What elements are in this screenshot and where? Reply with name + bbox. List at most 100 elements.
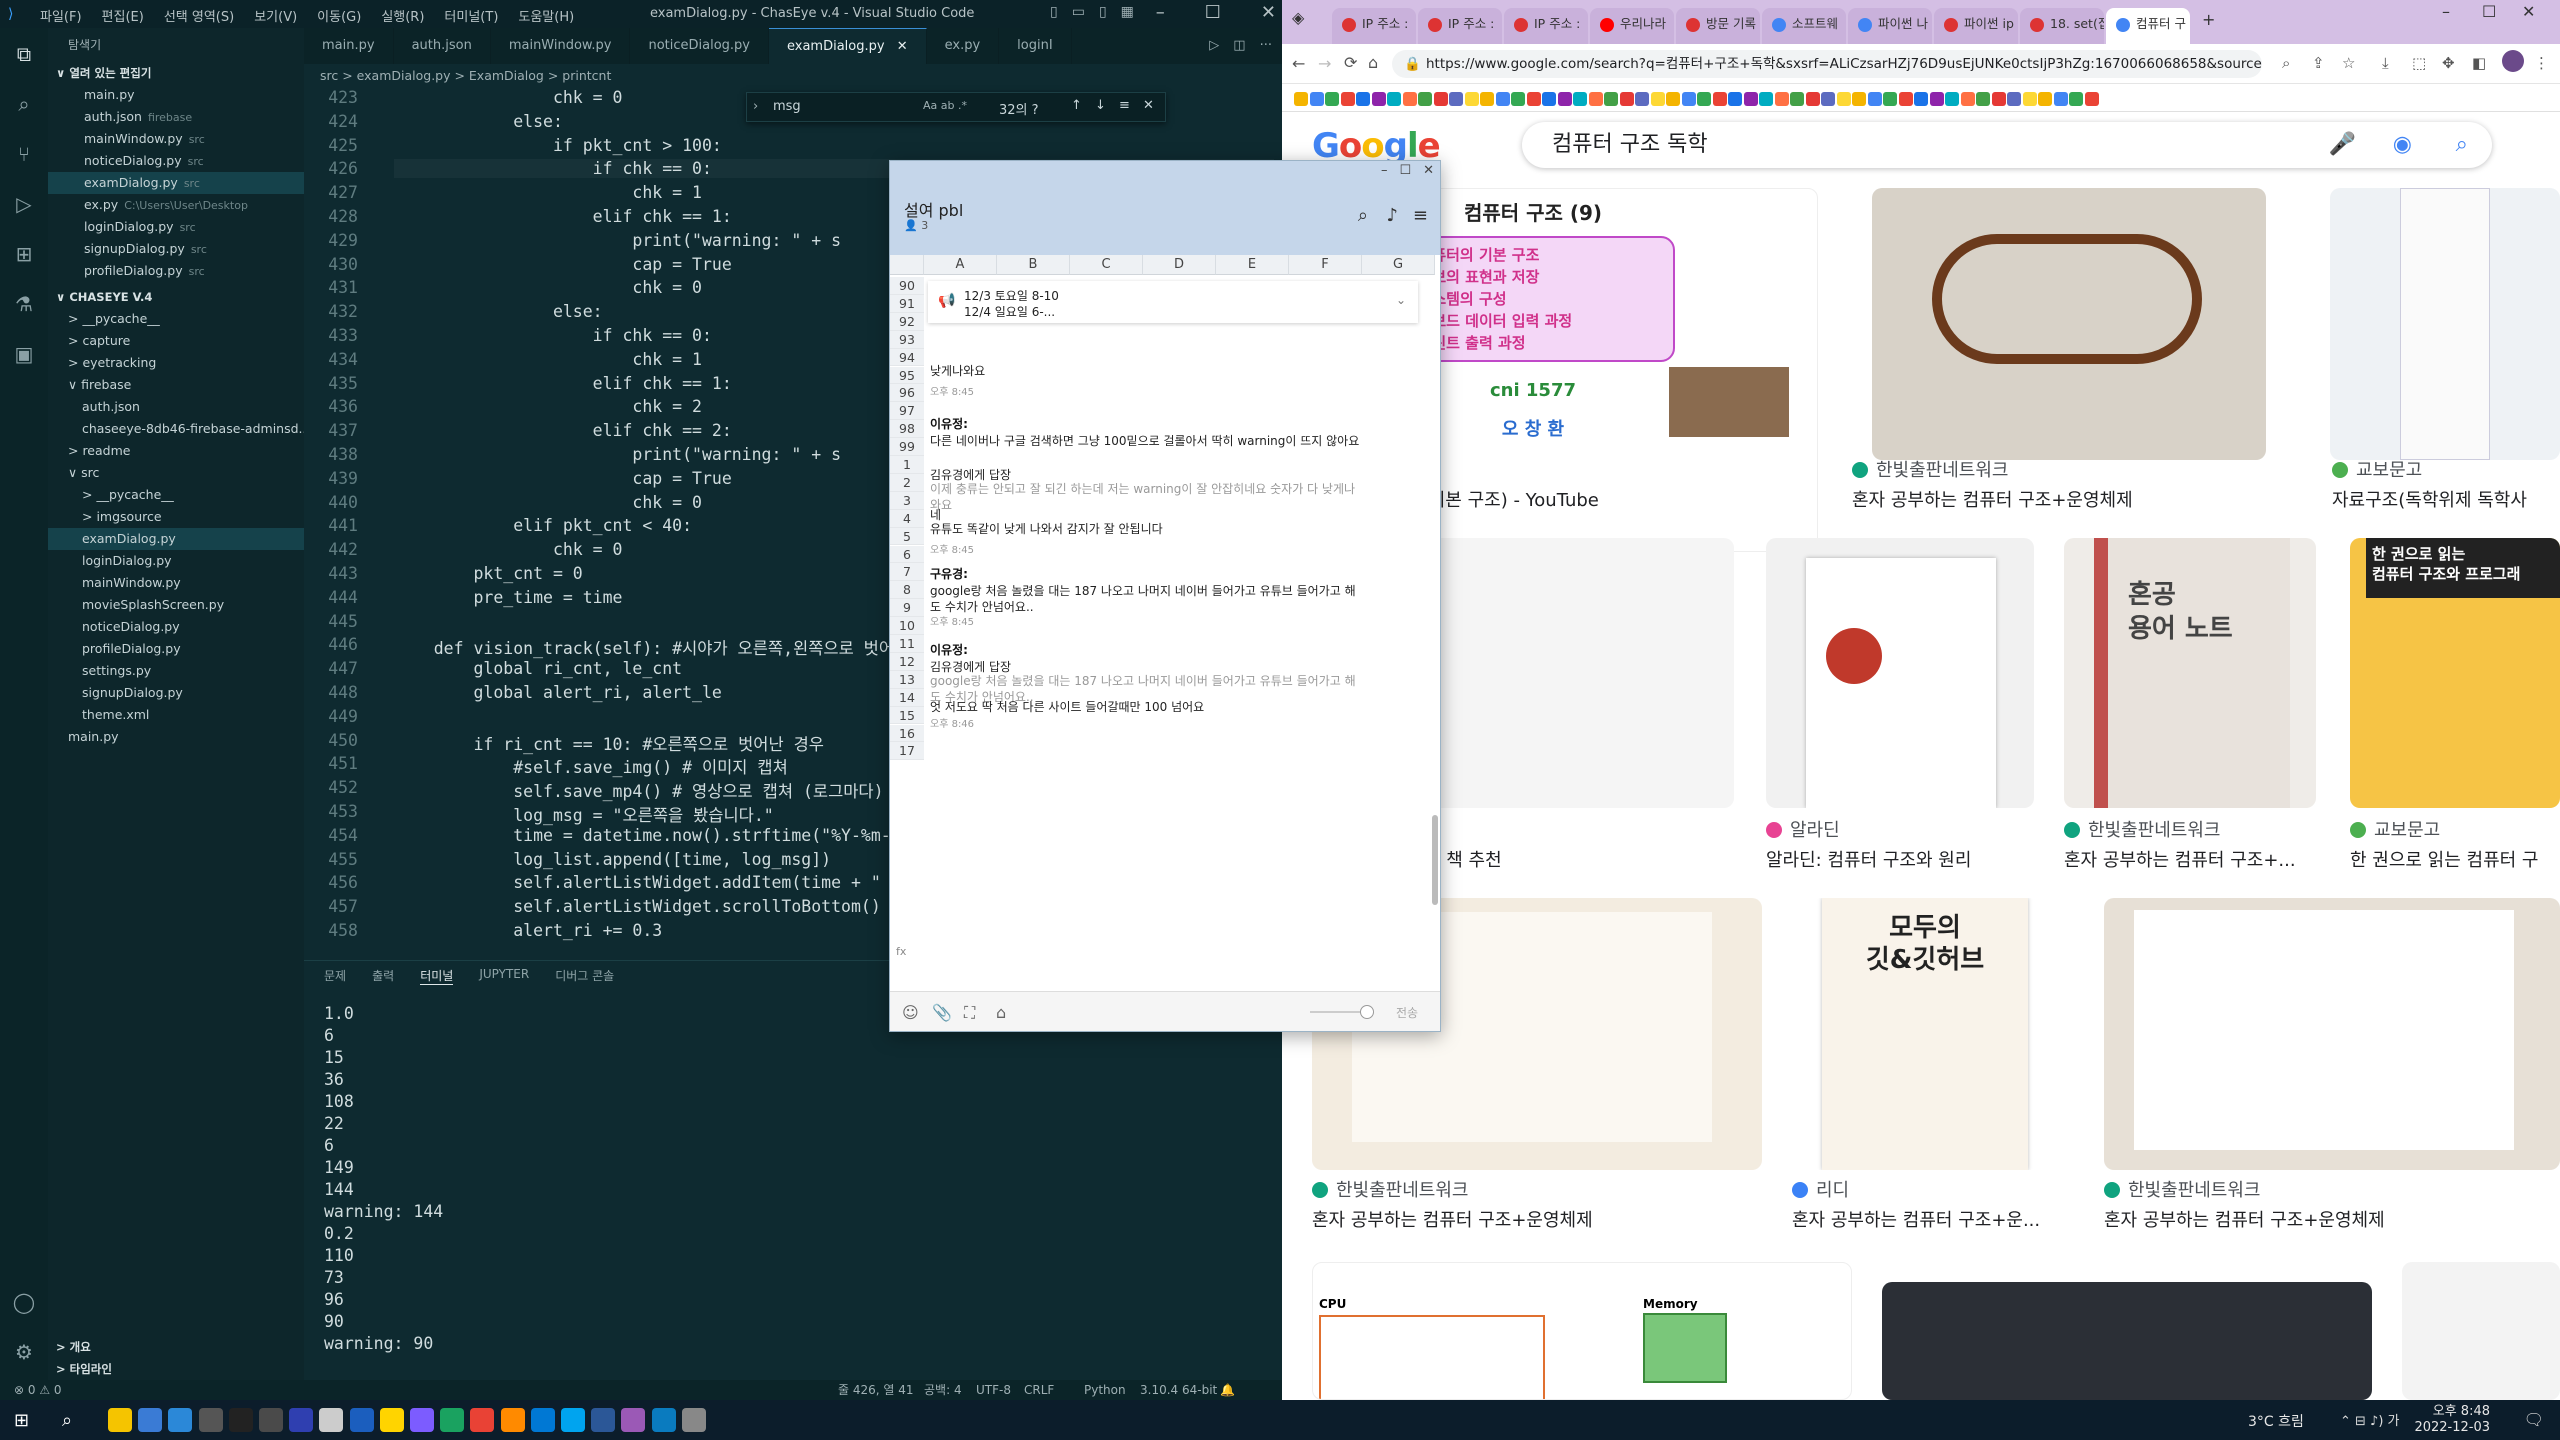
bookmark-favicon-icon[interactable] [1790,92,1804,106]
file-tree-item[interactable]: ∨ src [48,462,304,484]
bookmark-favicon-icon[interactable] [1325,92,1339,106]
open-editor-item[interactable]: loginDialog.py src [48,216,304,238]
timeline-section[interactable]: > 타임라인 [48,1358,304,1380]
find-toggle-replace-icon[interactable]: › [753,99,758,114]
terminal-output[interactable]: 1.0 6 15 36 108 22 6 149 144 warning: 144 0.2 110 73… [324,1003,443,1355]
find-in-selection-icon[interactable]: ≡ [1119,98,1130,113]
find-next-icon[interactable]: ↓ [1095,98,1106,113]
file-tree-item[interactable]: theme.xml [48,704,304,726]
minimize-icon[interactable]: – [1156,2,1165,23]
bookmark-favicon-icon[interactable] [1805,92,1820,106]
bookmark-favicon-icon[interactable] [2084,92,2099,106]
bookmark-favicon-icon[interactable] [1387,92,1401,106]
tab-close-icon[interactable]: ✕ [897,39,908,54]
lens-search-icon[interactable]: ◉ [2393,122,2412,168]
chat-menu-icon[interactable]: ≡ [1413,205,1428,226]
menu-view[interactable]: 보기(V) [254,6,297,25]
new-tab-button[interactable]: + [2202,10,2215,29]
chevron-down-icon[interactable]: ⌄ [1396,293,1406,307]
bookmark-favicon-icon[interactable] [2069,92,2083,106]
chrome-close-icon[interactable]: ✕ [2522,2,2535,21]
start-icon[interactable]: ⊞ [14,1410,29,1431]
toggle-panel-icon[interactable]: ▭ [1072,4,1085,20]
menu-terminal[interactable]: 터미널(T) [444,6,498,25]
file-tree-item[interactable]: main.py [48,726,304,748]
bookmark-favicon-icon[interactable] [1511,92,1525,106]
file-tree-item[interactable]: noticeDialog.py [48,616,304,638]
bookmark-favicon-icon[interactable] [1867,92,1882,106]
panel-tab-terminal[interactable]: 터미널 [420,967,454,985]
code-line[interactable]: alert_ri += 0.3 [394,921,662,940]
find-close-icon[interactable]: ✕ [1143,98,1154,113]
code-line[interactable]: if chk == 0: [394,326,712,345]
bookmark-favicon-icon[interactable] [1294,92,1308,106]
browser-tab[interactable]: 컴퓨터 구 [2106,8,2190,44]
browser-tab[interactable]: 18. set(집 [2020,8,2104,44]
language-status[interactable]: Python [1084,1380,1126,1400]
file-tree-item[interactable]: signupDialog.py [48,682,304,704]
voice-search-icon[interactable]: 🎤 [2329,122,2356,168]
bookmark-favicon-icon[interactable] [1464,92,1479,106]
file-tree-item[interactable]: ∨ firebase [48,374,304,396]
taskbar-app-icon[interactable] [621,1408,646,1432]
open-editor-item[interactable]: main.py [48,84,304,106]
taskbar-app-icon[interactable] [349,1408,374,1432]
code-line[interactable]: elif pkt_cnt < 40: [394,516,692,535]
extension-icon[interactable]: ⬚ [2412,54,2426,72]
browser-tab[interactable]: IP 주소 : [1418,8,1502,44]
puzzle-icon[interactable]: ✥ [2442,54,2455,72]
taskbar-app-icon[interactable] [198,1408,223,1432]
weather-widget[interactable]: 3°C 흐림 [2248,1411,2304,1431]
run-debug-icon[interactable]: ▷ [12,192,36,216]
python-version-status[interactable]: 3.10.4 64-bit [1140,1380,1217,1400]
taskbar-app-icon[interactable] [259,1408,283,1432]
bookmark-favicon-icon[interactable] [1604,92,1618,106]
bookmark-favicon-icon[interactable] [1945,92,1959,106]
code-line[interactable]: print("warning: " + s [394,231,841,250]
code-line[interactable]: chk = 0 [394,278,702,297]
code-line[interactable]: #self.save_img() # 이미지 캡쳐 [394,754,788,778]
source-control-icon[interactable]: ⑂ [12,142,36,166]
tab-main-py[interactable]: main.py [304,28,394,64]
open-editor-item[interactable]: auth.json firebase [48,106,304,128]
code-line[interactable]: chk = 0 [394,540,623,559]
toggle-secondary-icon[interactable]: ▯ [1099,4,1107,20]
bookmark-favicon-icon[interactable] [1914,92,1928,106]
share-icon[interactable]: ⇪ [2312,54,2325,72]
result-caption[interactable]: 알라딘: 컴퓨터 구조와 원리 [1766,846,2036,872]
result-caption[interactable]: 혼자 공부하는 컴퓨터 구조+운영체제 [1852,486,2312,512]
bookmark-favicon-icon[interactable] [2038,92,2052,106]
code-line[interactable]: if ri_cnt == 10: #오른쪽으로 벗어난 경우 [394,731,823,755]
taskbar-app-icon[interactable] [591,1408,616,1432]
code-line[interactable]: chk = 0 [394,493,702,512]
download-icon[interactable]: ⤓ [2382,54,2389,72]
chat-close-icon[interactable]: ✕ [1423,163,1434,178]
reload-icon[interactable]: ⟳ [1344,53,1357,72]
code-line[interactable]: elif chk == 2: [394,421,732,440]
open-editor-item[interactable]: examDialog.py src [48,172,304,194]
code-line[interactable]: if pkt_cnt > 100: [394,136,722,155]
result-image-book-mbc[interactable] [2402,1262,2560,1400]
profile-avatar[interactable] [2502,50,2524,72]
notification-center-icon[interactable]: 🗨 [2524,1410,2544,1429]
panel-tab-problems[interactable]: 문제 [324,967,346,985]
code-line[interactable]: self.alertListWidget.addItem(time + " " … [394,873,920,892]
attach-icon[interactable]: 📎 [932,1003,952,1022]
chat-maximize-icon[interactable]: ☐ [1399,163,1411,178]
back-icon[interactable]: ← [1292,54,1305,73]
result-caption[interactable]: 혼자 공부하는 컴퓨터 구조+... [2064,846,2334,872]
encoding-status[interactable]: UTF-8 [976,1380,1011,1400]
find-input[interactable]: msg [773,99,801,114]
taskbar-app-icon[interactable] [561,1408,585,1432]
extensions-icon[interactable]: ⊞ [12,242,36,266]
file-tree-item[interactable]: > __pycache__ [48,308,304,330]
taskbar-app-icon[interactable] [138,1408,163,1432]
file-tree-item[interactable]: mainWindow.py [48,572,304,594]
home-icon[interactable]: ⌂ [1368,53,1378,72]
bookmark-favicon-icon[interactable] [1821,92,1835,106]
result-image-book-hongong[interactable]: 혼공 용어 노트 [2064,538,2316,808]
file-tree-item[interactable]: > __pycache__ [48,484,304,506]
bookmark-favicon-icon[interactable] [1340,92,1355,106]
file-tree-item[interactable]: examDialog.py [48,528,304,550]
tab-logindialog-py[interactable]: loginI [999,28,1072,64]
